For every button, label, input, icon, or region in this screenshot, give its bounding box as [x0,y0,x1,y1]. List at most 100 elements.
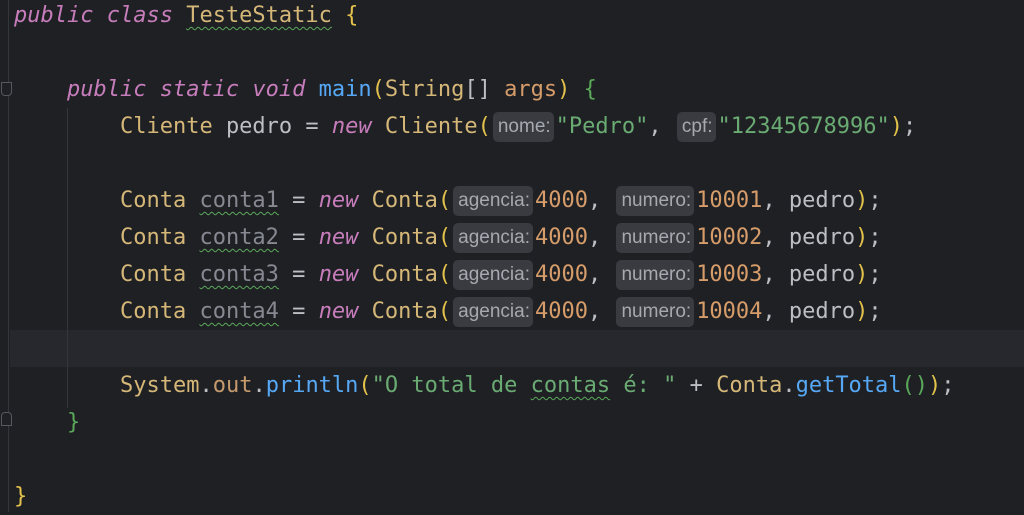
code-token: . [252,373,266,398]
code-token: Conta [119,188,200,213]
code-token: getTotal [795,373,902,398]
code-token: , [648,114,675,139]
code-token: ; [941,373,955,398]
code-token: ; [902,114,917,139]
code-line[interactable] [14,34,955,71]
code-token: ; [868,299,882,324]
code-token: 4000 [535,262,588,287]
code-line[interactable] [14,145,955,182]
code-token: "Pedro" [555,114,649,139]
parameter-hint: agencia: [453,260,533,290]
code-token: new [318,262,372,287]
code-token: 10001 [696,188,763,213]
code-token: 4000 [535,299,588,324]
code-line[interactable]: System.out.println("O total de contas é:… [14,367,955,404]
code-token: + [676,373,717,398]
code-token: é: " [610,373,677,398]
code-token: ( [371,77,385,102]
code-line[interactable] [14,330,955,367]
parameter-hint: agencia: [453,297,533,327]
code-token: ) [557,77,571,102]
code-token: conta3 [199,262,279,287]
code-token: 10004 [696,299,763,324]
code-token: new [331,114,385,139]
code-token: String [384,77,465,102]
code-token: . [782,373,796,398]
parameter-hint: numero: [616,297,695,327]
fold-start-icon[interactable] [1,82,12,96]
parameter-hint: numero: [616,186,695,216]
fold-end-icon[interactable] [1,412,12,426]
code-line[interactable]: } [14,478,955,515]
code-token: args [504,77,558,102]
code-line[interactable]: Conta conta4 = new Conta(agencia: 4000, n… [14,293,955,330]
code-token: Conta [371,225,438,250]
code-line[interactable]: Conta conta3 = new Conta(agencia: 4000, n… [14,256,955,293]
code-token: , pedro [762,299,856,324]
parameter-hint: agencia: [453,186,533,216]
code-line[interactable]: Conta conta2 = new Conta(agencia: 4000, n… [14,219,955,256]
code-token: = [278,299,319,324]
code-token: "O total de [371,373,531,398]
code-token: = [278,188,319,213]
code-editor[interactable]: public class TesteStatic { public static… [14,0,955,515]
code-token: ( [477,114,491,139]
code-token: , [587,262,615,287]
code-token: { [583,77,597,102]
code-token: ) [855,262,869,287]
parameter-hint: cpf: [676,112,716,142]
code-token: Conta [371,188,438,213]
code-token: println [265,373,359,398]
gutter-divider [8,0,9,512]
code-token: Conta [119,262,200,287]
code-token: pedro = [225,114,332,139]
code-token: ) [855,188,869,213]
code-token: ( [437,299,452,324]
code-token: "12345678996" [717,114,890,139]
code-line[interactable]: } [14,404,955,441]
code-line[interactable] [14,441,955,478]
code-token: System [119,373,200,398]
code-token: ( [437,262,452,287]
code-token: ; [868,188,882,213]
code-token: new [318,188,372,213]
code-line[interactable]: Cliente pedro = new Cliente(nome: "Pedro"… [14,108,955,145]
code-token: . [199,373,213,398]
code-token: , [587,299,615,324]
code-token: , pedro [762,188,856,213]
code-token: public [66,77,160,102]
code-token: } [66,410,81,435]
code-token: static [159,77,253,102]
code-token: ; [868,225,882,250]
code-token: 10002 [696,225,763,250]
code-line[interactable]: Conta conta1 = new Conta(agencia: 4000, n… [14,182,955,219]
code-token: = [278,225,319,250]
code-token: Conta [119,299,200,324]
code-token: out [212,373,253,398]
code-token: TesteStatic [186,3,332,28]
code-token: Cliente [119,114,226,139]
code-token: ) [889,114,903,139]
code-token: { [345,3,359,28]
code-token: Cliente [384,114,478,139]
editor-gutter [0,0,12,512]
code-line[interactable]: public static void main(String[] args) { [14,71,955,108]
code-token: 4000 [535,188,588,213]
code-token: class [106,3,187,28]
code-token: Conta [716,373,783,398]
code-token: ( [358,373,372,398]
code-token: new [318,299,372,324]
code-token: ) [928,373,942,398]
code-token: ( [437,225,452,250]
code-token: ; [868,262,882,287]
code-token: Conta [119,225,200,250]
code-line[interactable]: public class TesteStatic { [14,0,955,34]
parameter-hint: nome: [492,112,554,142]
